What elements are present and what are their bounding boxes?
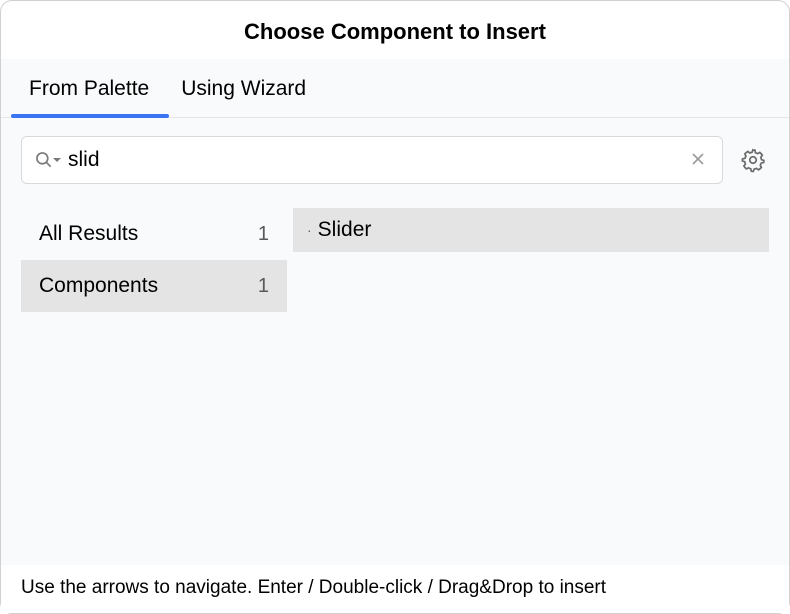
search-icon bbox=[34, 150, 62, 170]
category-all-results[interactable]: All Results 1 bbox=[21, 208, 287, 260]
category-components[interactable]: Components 1 bbox=[21, 260, 287, 312]
results-list: · Slider bbox=[287, 208, 769, 565]
search-input[interactable] bbox=[68, 148, 686, 172]
footer-hint: Use the arrows to navigate. Enter / Doub… bbox=[1, 565, 789, 613]
category-count: 1 bbox=[258, 275, 269, 298]
dialog-title: Choose Component to Insert bbox=[244, 19, 546, 44]
tab-row: From Palette Using Wizard bbox=[1, 59, 789, 118]
content-area: All Results 1 Components 1 · Slider bbox=[1, 198, 789, 565]
gear-icon[interactable] bbox=[737, 144, 769, 176]
title-bar: Choose Component to Insert bbox=[1, 1, 789, 59]
category-list: All Results 1 Components 1 bbox=[21, 208, 287, 565]
tab-label: Using Wizard bbox=[181, 77, 306, 100]
tab-label: From Palette bbox=[29, 77, 149, 100]
component-insert-dialog: Choose Component to Insert From Palette … bbox=[0, 0, 790, 614]
component-icon: · bbox=[307, 223, 312, 237]
tab-using-wizard[interactable]: Using Wizard bbox=[181, 77, 306, 117]
category-label: All Results bbox=[39, 222, 138, 246]
search-box[interactable] bbox=[21, 136, 723, 184]
clear-icon[interactable] bbox=[686, 147, 710, 173]
result-item[interactable]: · Slider bbox=[293, 208, 769, 252]
search-row bbox=[1, 118, 789, 198]
tab-from-palette[interactable]: From Palette bbox=[29, 77, 149, 117]
category-label: Components bbox=[39, 274, 158, 298]
result-label: Slider bbox=[318, 218, 372, 242]
category-count: 1 bbox=[258, 223, 269, 246]
